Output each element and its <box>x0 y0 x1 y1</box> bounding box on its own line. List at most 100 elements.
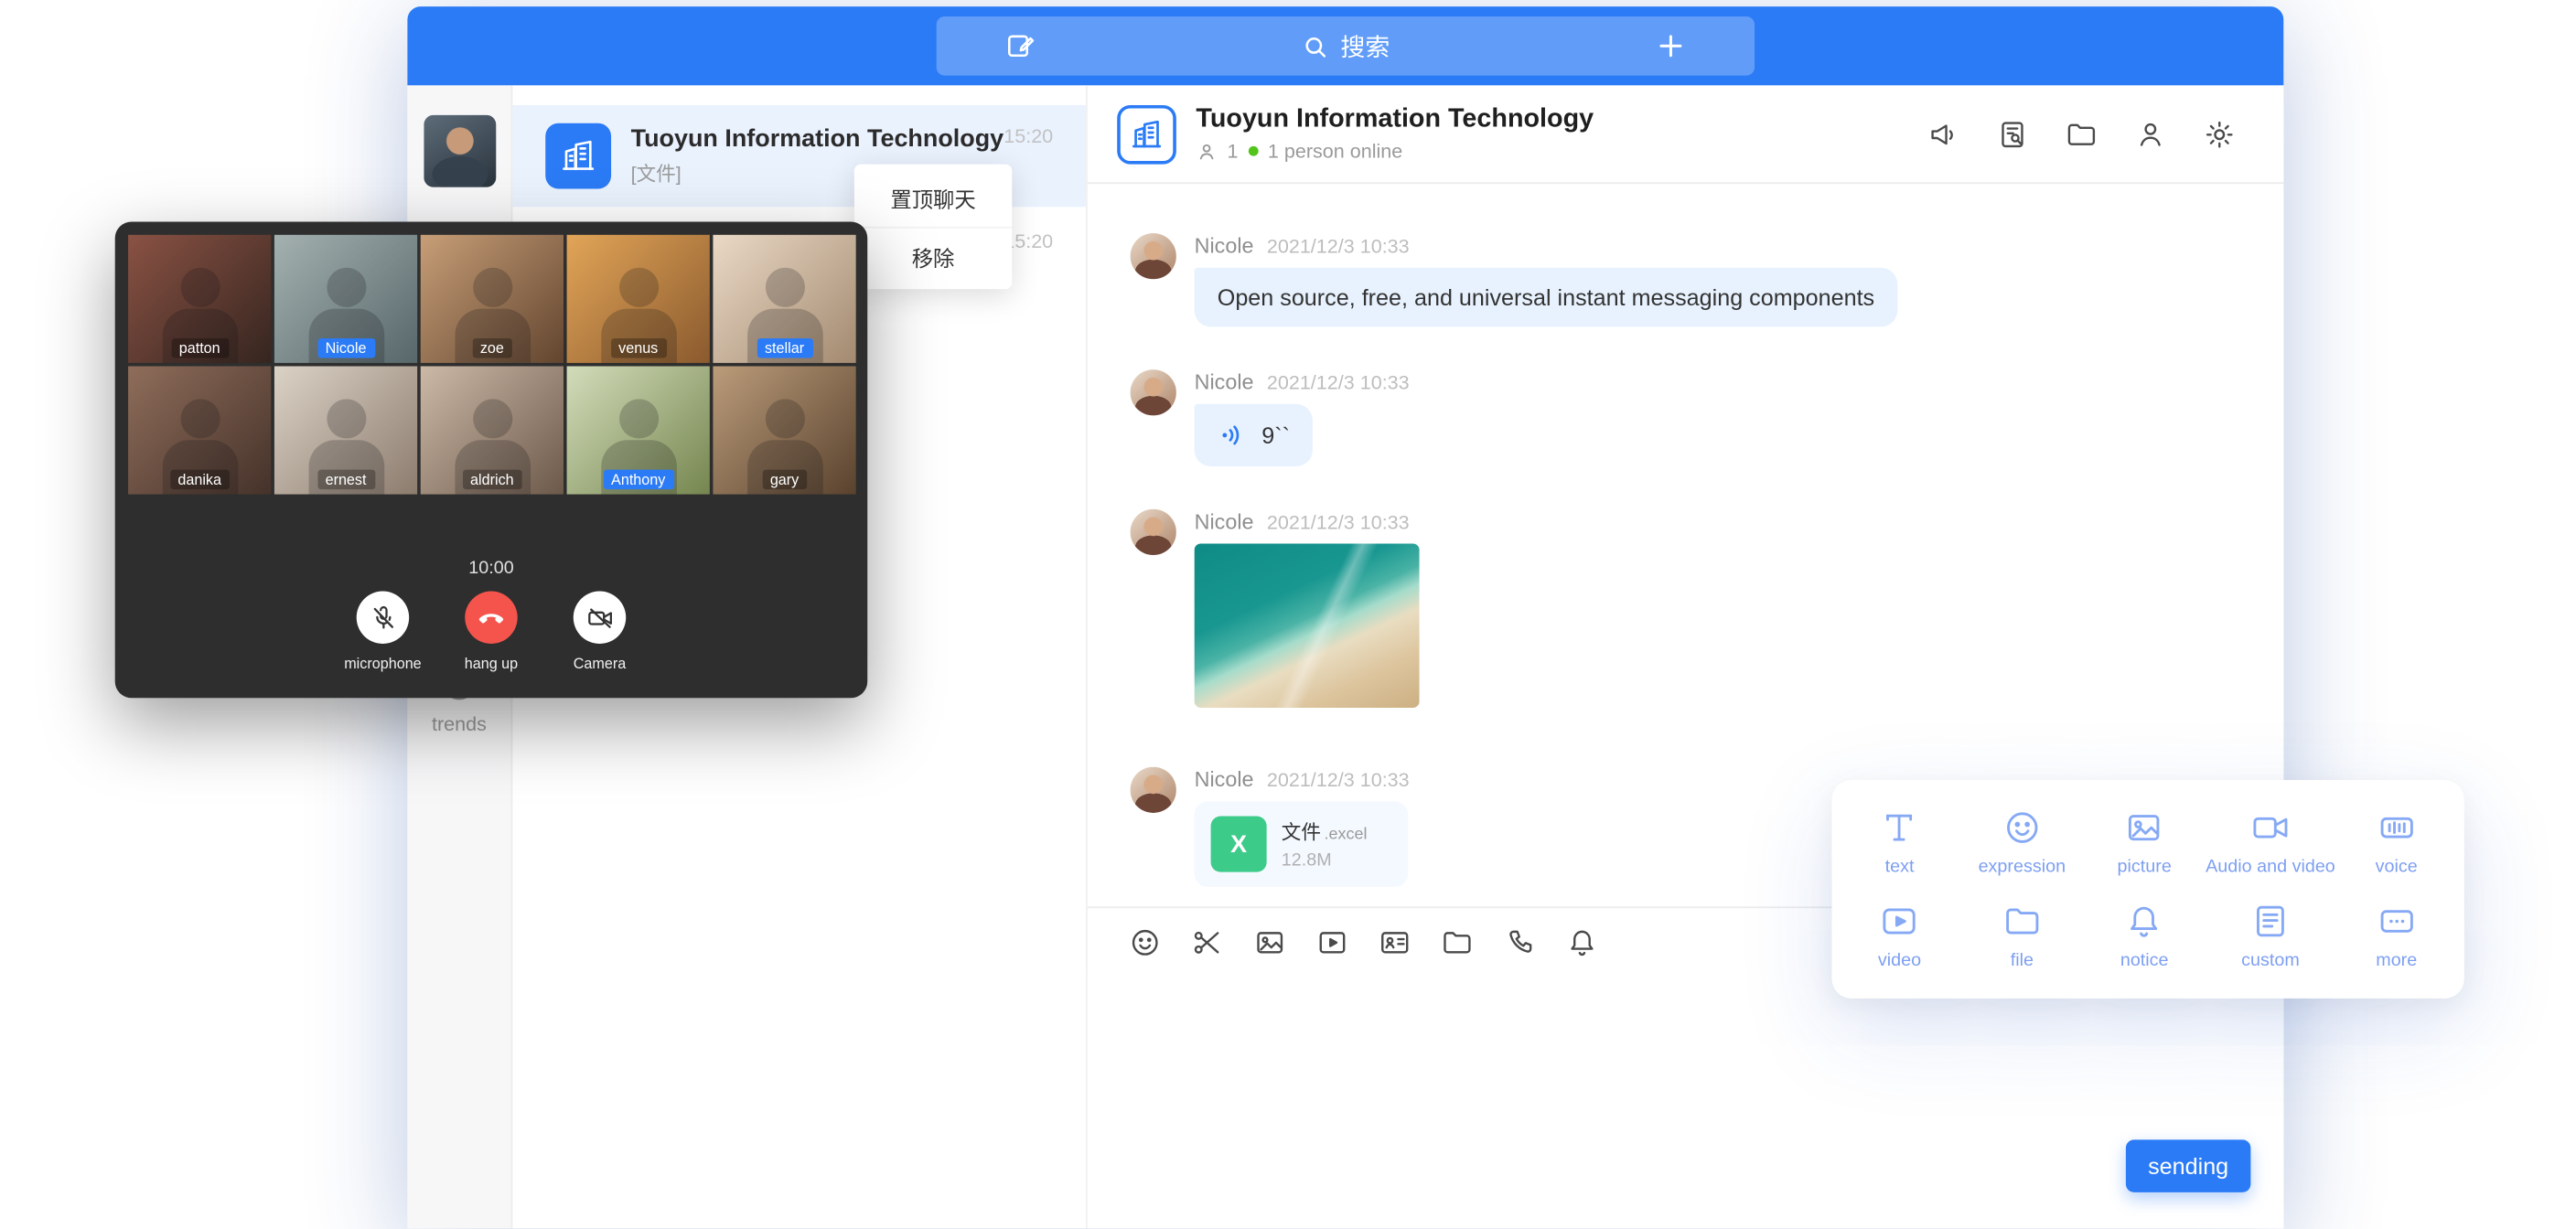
audio-video-icon <box>2250 807 2290 847</box>
panel-item-voice[interactable]: voice <box>2335 795 2458 889</box>
picture-button[interactable] <box>1251 924 1286 959</box>
panel-item-notice[interactable]: notice <box>2083 889 2206 983</box>
search-icon <box>1301 32 1329 60</box>
panel-item-label: Audio and video <box>2206 857 2335 877</box>
participant-video[interactable]: venus <box>567 235 710 363</box>
participant-video[interactable]: patton <box>128 235 271 363</box>
panel-item-text[interactable]: text <box>1839 795 1961 889</box>
panel-item-label: custom <box>2241 951 2300 971</box>
call-button[interactable] <box>1501 924 1536 959</box>
participant-video[interactable]: Nicole <box>274 235 417 363</box>
text-message-bubble[interactable]: Open source, free, and universal instant… <box>1195 268 1898 327</box>
members-button[interactable] <box>2132 116 2169 153</box>
panel-item-label: video <box>1878 951 1921 971</box>
message-time: 2021/12/3 10:33 <box>1267 371 1410 394</box>
excel-file-icon: X <box>1211 817 1267 872</box>
participant-video[interactable]: danika <box>128 366 271 494</box>
file-size: 12.8M <box>1282 850 1368 871</box>
more-icon <box>2377 902 2416 941</box>
user-avatar[interactable] <box>424 115 496 187</box>
participant-name: ernest <box>317 470 375 490</box>
announcement-button[interactable] <box>1926 116 1962 153</box>
document-icon <box>2250 902 2290 941</box>
hangup-label: hang up <box>465 656 518 672</box>
conversation-title: Tuoyun Information Technology <box>631 124 1054 153</box>
chat-title: Tuoyun Information Technology <box>1196 105 1925 134</box>
contact-card-button[interactable] <box>1377 924 1411 959</box>
panel-item-file[interactable]: file <box>1960 889 2083 983</box>
announcement-icon <box>1927 117 1960 150</box>
panel-item-expression[interactable]: expression <box>1960 795 2083 889</box>
panel-item-label: expression <box>1979 857 2066 877</box>
screenshot-button[interactable] <box>1189 924 1224 959</box>
send-button[interactable]: sending <box>2126 1139 2250 1192</box>
participant-name: venus <box>610 338 666 358</box>
sender-name: Nicole <box>1195 767 1254 792</box>
sender-avatar[interactable] <box>1131 509 1176 555</box>
file-name: 文件 <box>1282 821 1321 844</box>
panel-item-more[interactable]: more <box>2335 889 2458 983</box>
settings-button[interactable] <box>2202 116 2238 153</box>
participant-video[interactable]: aldrich <box>421 366 564 494</box>
panel-item-label: voice <box>2376 857 2418 877</box>
message-time: 2021/12/3 10:33 <box>1267 511 1410 534</box>
header-toolbar: 搜索 <box>937 16 1755 76</box>
participant-video[interactable]: zoe <box>421 235 564 363</box>
participant-name: danika <box>169 470 230 490</box>
notice-button[interactable] <box>1564 924 1599 959</box>
person-icon <box>2134 117 2167 150</box>
microphone-off-icon <box>369 604 397 632</box>
compose-button[interactable] <box>1002 28 1038 65</box>
panel-item-video[interactable]: video <box>1839 889 1961 983</box>
sender-avatar[interactable] <box>1131 233 1176 279</box>
online-status: 1 person online <box>1268 140 1402 163</box>
search-document-icon <box>1996 117 2029 150</box>
participant-video[interactable]: Anthony <box>567 366 710 494</box>
video-button[interactable] <box>1315 924 1349 959</box>
video-icon <box>1315 925 1348 958</box>
bell-icon <box>2125 902 2164 941</box>
image-message-thumbnail[interactable] <box>1195 543 1420 708</box>
hangup-button[interactable]: hang up <box>442 592 541 672</box>
sender-avatar[interactable] <box>1131 767 1176 813</box>
screen: 搜索 trends <box>0 0 2576 1228</box>
camera-toggle-button[interactable]: Camera <box>551 592 649 672</box>
search-input[interactable]: 搜索 <box>1301 28 1390 63</box>
folder-icon <box>2065 117 2098 150</box>
files-button[interactable] <box>2064 116 2100 153</box>
panel-item-picture[interactable]: picture <box>2083 795 2206 889</box>
members-icon <box>1196 141 1217 162</box>
menu-item-remove[interactable]: 移除 <box>854 227 1012 286</box>
bell-icon <box>1565 925 1598 958</box>
call-timer: 10:00 <box>115 559 868 579</box>
chat-panel: Tuoyun Information Technology 1 1 person… <box>1088 85 2283 1228</box>
call-controls: microphone hang up Camera <box>115 592 868 672</box>
participant-video[interactable]: stellar <box>713 235 855 363</box>
emoji-button[interactable] <box>1127 924 1162 959</box>
expression-icon <box>2002 807 2042 847</box>
participant-video[interactable]: gary <box>713 366 855 494</box>
folder-icon <box>2002 902 2042 941</box>
sender-avatar[interactable] <box>1131 369 1176 415</box>
panel-item-audio-video[interactable]: Audio and video <box>2206 795 2335 889</box>
message-input[interactable] <box>1088 976 2283 1229</box>
panel-item-label: file <box>2011 951 2034 971</box>
sender-name: Nicole <box>1195 233 1254 258</box>
search-history-button[interactable] <box>1994 116 2031 153</box>
group-avatar <box>545 123 611 189</box>
voice-message-bubble[interactable]: 9`` <box>1195 404 1314 466</box>
participant-name: Anthony <box>603 470 673 490</box>
compose-icon <box>1004 29 1036 62</box>
microphone-toggle-button[interactable]: microphone <box>334 592 433 672</box>
trends-label: trends <box>432 712 487 735</box>
message-text: Nicole 2021/12/3 10:33 Open source, free… <box>1131 233 2284 326</box>
file-button[interactable] <box>1439 924 1474 959</box>
panel-item-custom[interactable]: custom <box>2206 889 2335 983</box>
emoji-icon <box>1128 925 1161 958</box>
menu-item-pin-chat[interactable]: 置顶聊天 <box>854 167 1012 227</box>
conversation-time: 15:20 <box>1004 124 1053 147</box>
participant-video[interactable]: ernest <box>274 366 417 494</box>
voice-icon <box>2377 807 2416 847</box>
add-button[interactable] <box>1653 28 1690 65</box>
file-message-card[interactable]: X 文件.excel 12.8M <box>1195 801 1408 886</box>
